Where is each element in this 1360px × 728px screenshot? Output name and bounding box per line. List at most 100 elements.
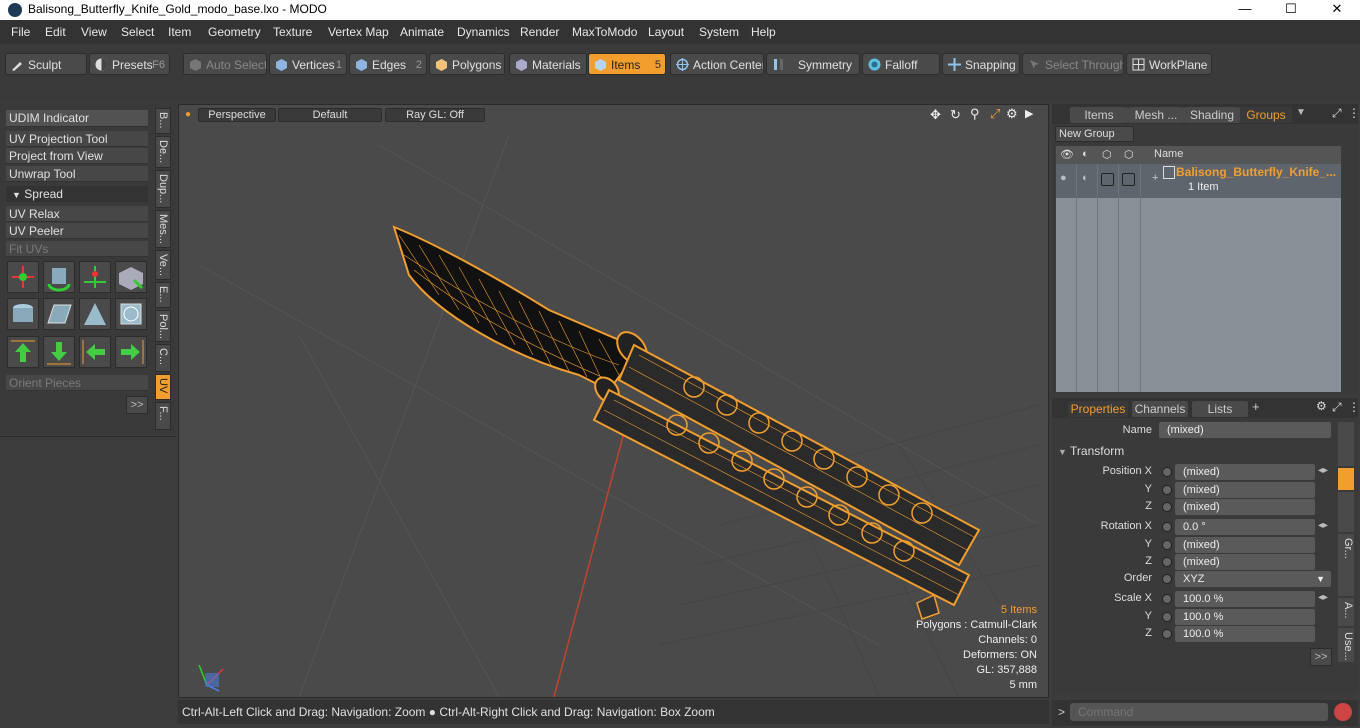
- scale-y-field[interactable]: 100.0 %: [1175, 609, 1315, 625]
- edges-button[interactable]: Edges 2: [349, 53, 427, 75]
- menu-system[interactable]: System: [699, 25, 739, 39]
- vtab-curve[interactable]: C...: [155, 344, 171, 372]
- command-input[interactable]: [1070, 703, 1328, 721]
- menu-help[interactable]: Help: [751, 25, 776, 39]
- falloff-button[interactable]: Falloff: [862, 53, 940, 75]
- scale-z-keyframe-icon[interactable]: [1162, 629, 1172, 639]
- expand-plus-icon[interactable]: +: [1152, 172, 1158, 184]
- position-z-keyframe-icon[interactable]: [1162, 502, 1172, 512]
- rotation-z-field[interactable]: (mixed): [1175, 554, 1315, 570]
- tabs-dropdown-icon[interactable]: ▼: [1296, 107, 1306, 118]
- order-keyframe-icon[interactable]: [1162, 574, 1172, 584]
- menu-layout[interactable]: Layout: [648, 25, 684, 39]
- add-tab-button[interactable]: +: [1252, 399, 1260, 414]
- uv-box-icon[interactable]: [115, 261, 147, 293]
- select-through-button[interactable]: Select Through: [1022, 53, 1124, 75]
- menu-edit[interactable]: Edit: [45, 25, 66, 39]
- render-icon[interactable]: ◐: [1082, 148, 1089, 160]
- menu-render[interactable]: Render: [520, 25, 559, 39]
- scale-z-field[interactable]: 100.0 %: [1175, 626, 1315, 642]
- gear-icon[interactable]: ⚙: [1316, 399, 1327, 413]
- vtab-fusion[interactable]: F...: [155, 402, 171, 430]
- vertices-button[interactable]: Vertices 1: [269, 53, 347, 75]
- align-down-icon[interactable]: [43, 336, 75, 368]
- rotate-icon[interactable]: ↻: [950, 107, 961, 123]
- transform-section[interactable]: ▼ Transform: [1058, 444, 1332, 460]
- uv-peeler-button[interactable]: UV Peeler: [6, 223, 148, 239]
- uv-move-icon[interactable]: [79, 261, 111, 293]
- auto-select-button[interactable]: Auto Select: [183, 53, 267, 75]
- tab-groups[interactable]: Groups: [1240, 107, 1292, 123]
- side-tab-assembly[interactable]: A...: [1338, 598, 1354, 626]
- position-z-field[interactable]: (mixed): [1175, 499, 1315, 515]
- fit-uvs-button[interactable]: Fit UVs: [6, 241, 148, 257]
- rotation-y-keyframe-icon[interactable]: [1162, 540, 1172, 550]
- tab-channels[interactable]: Channels: [1132, 401, 1188, 417]
- uv-unwrap-icon[interactable]: [79, 298, 111, 330]
- pan-icon[interactable]: ✥: [930, 107, 941, 123]
- group-name[interactable]: Balisong_Butterfly_Knife_...: [1176, 165, 1336, 179]
- perspective-dropdown[interactable]: Perspective: [198, 108, 276, 122]
- side-tab-user[interactable]: Use...: [1338, 628, 1354, 662]
- uv-relax-button[interactable]: UV Relax: [6, 206, 148, 222]
- row-select-checkbox[interactable]: [1122, 173, 1135, 186]
- panel-grip-icon[interactable]: ⋮: [1348, 106, 1360, 120]
- presets-button[interactable]: Presets F6: [89, 53, 170, 75]
- tab-lists[interactable]: Lists: [1192, 401, 1248, 417]
- row-lock-checkbox[interactable]: [1101, 173, 1114, 186]
- uv-transform-icon[interactable]: [7, 261, 39, 293]
- zoom-icon[interactable]: ⚲: [970, 106, 980, 122]
- close-button[interactable]: ✕: [1314, 0, 1360, 20]
- visibility-eye-icon[interactable]: 👁: [1060, 148, 1074, 161]
- udim-indicator-button[interactable]: UDIM Indicator: [6, 110, 148, 127]
- side-tab-groups[interactable]: Gr...: [1338, 534, 1354, 596]
- shading-default-dropdown[interactable]: Default: [278, 108, 382, 122]
- project-from-view-button[interactable]: Project from View: [6, 148, 148, 164]
- raygl-toggle[interactable]: Ray GL: Off: [385, 108, 485, 122]
- scale-y-keyframe-icon[interactable]: [1162, 612, 1172, 622]
- new-group-button[interactable]: New Group: [1055, 126, 1134, 142]
- maximize-panel-icon[interactable]: ⤢: [1332, 106, 1342, 121]
- rotation-z-keyframe-icon[interactable]: [1162, 557, 1172, 567]
- unwrap-tool-button[interactable]: Unwrap Tool: [6, 166, 148, 182]
- uv-sphere-icon[interactable]: [115, 298, 147, 330]
- name-column-header[interactable]: Name: [1154, 148, 1183, 160]
- snapping-button[interactable]: Snapping: [942, 53, 1020, 75]
- gear-icon[interactable]: ⚙: [1006, 106, 1018, 122]
- menu-file[interactable]: File: [11, 25, 30, 39]
- maximize-panel-icon[interactable]: ⤢: [1332, 400, 1342, 415]
- position-x-field[interactable]: (mixed): [1175, 464, 1315, 480]
- tab-shading[interactable]: Shading: [1184, 107, 1240, 123]
- orient-pieces-button[interactable]: Orient Pieces: [6, 375, 148, 391]
- link-arrows-icon[interactable]: ◂▸: [1318, 465, 1328, 476]
- tab-mesh[interactable]: Mesh ...: [1128, 107, 1184, 123]
- scale-x-field[interactable]: 100.0 %: [1175, 591, 1315, 607]
- expand-arrow-icon[interactable]: ▶: [1025, 107, 1033, 120]
- order-dropdown[interactable]: XYZ ▼: [1175, 571, 1331, 587]
- menu-texture[interactable]: Texture: [273, 25, 312, 39]
- uv-cylinder-icon[interactable]: [7, 298, 39, 330]
- vtab-deform[interactable]: De...: [155, 136, 171, 168]
- symmetry-button[interactable]: Symmetry: [766, 53, 860, 75]
- spread-section[interactable]: ▼ Spread: [6, 186, 148, 202]
- tab-properties[interactable]: Properties: [1068, 401, 1128, 417]
- items-button[interactable]: Items 5: [588, 53, 666, 75]
- workplane-button[interactable]: WorkPlane: [1126, 53, 1212, 75]
- maximize-button[interactable]: ☐: [1268, 0, 1314, 20]
- vtab-duplicate[interactable]: Dup...: [155, 170, 171, 208]
- uv-planar-icon[interactable]: [43, 298, 75, 330]
- fit-view-icon[interactable]: ⤢: [990, 106, 1000, 122]
- row-render-icon[interactable]: ◐: [1082, 172, 1089, 184]
- record-icon[interactable]: [1334, 703, 1352, 721]
- name-field[interactable]: (mixed): [1159, 422, 1331, 438]
- tab-items[interactable]: Items: [1070, 107, 1128, 123]
- vtab-basic[interactable]: B...: [155, 108, 171, 134]
- table-row[interactable]: ● ◐ + Balisong_Butterfly_Knife_... 1 Ite…: [1056, 164, 1341, 198]
- align-up-icon[interactable]: [7, 336, 39, 368]
- polygons-button[interactable]: Polygons: [429, 53, 505, 75]
- position-x-keyframe-icon[interactable]: [1162, 467, 1172, 477]
- menu-animate[interactable]: Animate: [400, 25, 444, 39]
- row-eye-icon[interactable]: ●: [1060, 172, 1067, 184]
- vtab-edge[interactable]: E...: [155, 282, 171, 308]
- rotation-y-field[interactable]: (mixed): [1175, 537, 1315, 553]
